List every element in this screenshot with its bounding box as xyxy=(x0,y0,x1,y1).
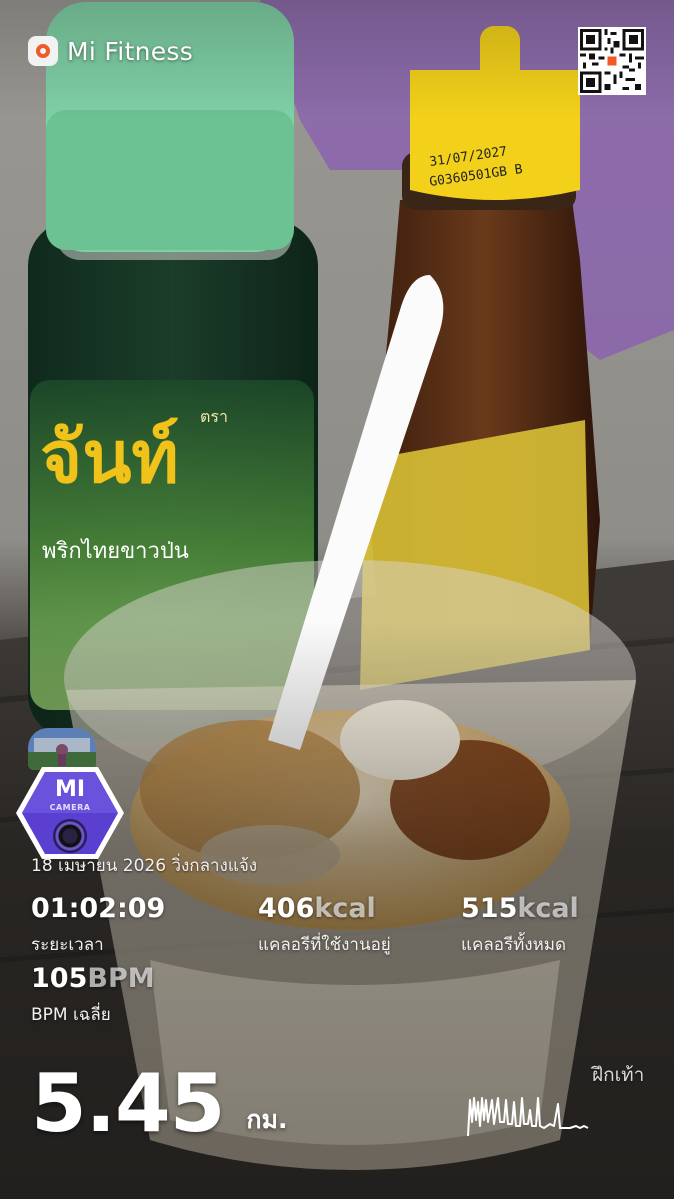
total-calories-value: 515 xyxy=(461,893,518,924)
svg-text:ตรา: ตรา xyxy=(200,407,228,426)
avg-bpm-value: 105 xyxy=(31,963,88,994)
svg-text:พริกไทยขาวป่น: พริกไทยขาวป่น xyxy=(42,538,189,564)
avg-bpm-unit: BPM xyxy=(87,963,155,994)
svg-text:จันท์: จันท์ xyxy=(40,414,179,499)
heart-rate-graph-icon xyxy=(466,1092,590,1140)
badge-brand: MI xyxy=(54,777,86,802)
distance-unit: กม. xyxy=(246,1105,288,1134)
total-calories-unit: kcal xyxy=(517,893,579,924)
total-calories-stat: 515kcal แคลอรีทั้งหมด xyxy=(461,894,579,958)
avg-bpm-stat: 105BPM BPM เฉลี่ย xyxy=(31,964,155,1028)
active-calories-label: แคลอรีที่ใช้งานอยู่ xyxy=(258,935,391,955)
duration-stat: 01:02:09 ระยะเวลา xyxy=(31,894,165,958)
distance-stat: 5.45 กม. xyxy=(31,1062,288,1146)
activity-label: ฝึกเท้า xyxy=(592,1064,645,1086)
active-calories-stat: 406kcal แคลอรีที่ใช้งานอยู่ xyxy=(258,894,391,958)
total-calories-label: แคลอรีทั้งหมด xyxy=(461,935,567,955)
qr-code-icon xyxy=(578,27,646,95)
app-name: Mi Fitness xyxy=(67,36,194,66)
camera-lens-icon xyxy=(53,819,87,853)
mi-camera-badge: MI CAMERA xyxy=(14,765,126,861)
active-calories-value: 406 xyxy=(258,893,315,924)
app-brand: Mi Fitness xyxy=(28,36,193,66)
distance-value: 5.45 xyxy=(31,1057,225,1150)
avg-bpm-label: BPM เฉลี่ย xyxy=(31,1005,111,1025)
active-calories-unit: kcal xyxy=(314,893,376,924)
badge-subtitle: CAMERA xyxy=(49,803,91,812)
duration-value: 01:02:09 xyxy=(31,893,166,924)
workout-date-type: 18 เมษายน 2026 วิ่งกลางแจ้ง xyxy=(31,856,258,876)
duration-label: ระยะเวลา xyxy=(31,935,104,955)
mi-fitness-icon xyxy=(28,36,58,66)
